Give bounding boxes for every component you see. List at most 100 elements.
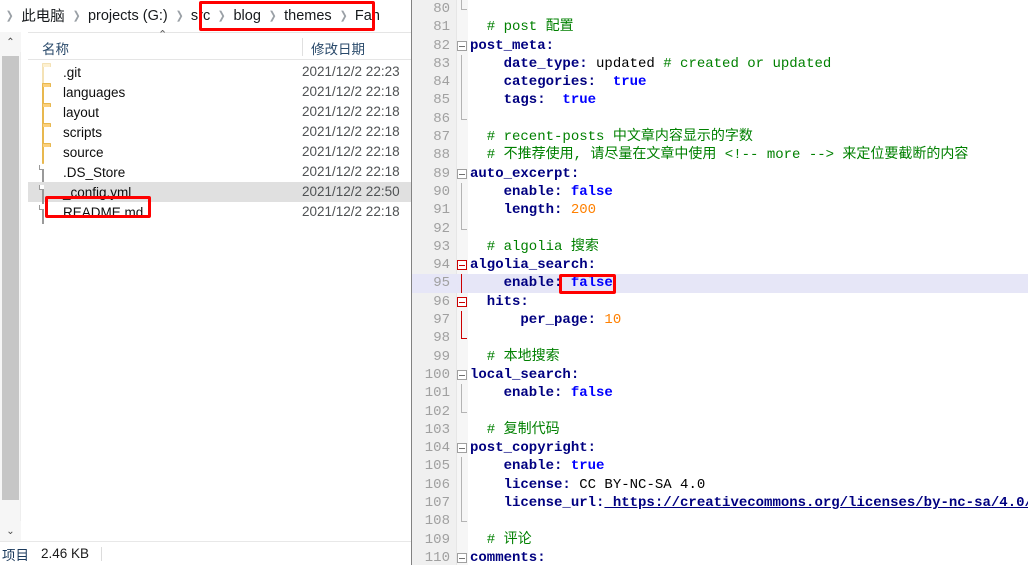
fold-guide-line <box>461 54 462 74</box>
code-text: categories: true <box>470 73 647 91</box>
code-line-107[interactable]: 107 license_url: https://creativecommons… <box>412 494 1028 513</box>
code-line-89[interactable]: 89 auto_excerpt: <box>412 165 1028 183</box>
line-number: 101 <box>424 385 450 402</box>
scrollbar-up-arrow-icon[interactable]: ⌃ <box>0 32 21 52</box>
file-date: 2021/12/2 22:18 <box>302 164 400 179</box>
breadcrumb-item-projects[interactable]: projects (G:) <box>84 6 172 26</box>
file-row-languages[interactable]: languages 2021/12/2 22:18 <box>28 82 411 104</box>
code-line-97[interactable]: 97 per_page: 10 <box>412 311 1028 330</box>
token-key: categories: <box>470 74 597 91</box>
file-row-source[interactable]: source 2021/12/2 22:18 <box>28 142 411 164</box>
file-row-ds-store[interactable]: .DS_Store 2021/12/2 22:18 <box>28 162 411 184</box>
fold-toggle-icon[interactable] <box>457 40 467 51</box>
token-val: false <box>562 183 613 200</box>
line-number: 104 <box>424 440 450 457</box>
code-text: enable: false <box>470 384 613 402</box>
code-line-86[interactable]: 86 <box>412 109 1028 128</box>
line-number: 88 <box>433 147 450 164</box>
code-line-106[interactable]: 106 license: CC BY-NC-SA 4.0 <box>412 475 1028 495</box>
code-line-101[interactable]: 101 enable: false <box>412 384 1028 403</box>
explorer-vertical-scrollbar[interactable]: ⌃ ⌄ <box>0 32 21 541</box>
breadcrumb[interactable]: ❯ 此电脑 ❯ projects (G:) ❯ src ❯ blog ❯ the… <box>0 0 411 31</box>
code-text: # 本地搜索 <box>470 348 560 366</box>
breadcrumb-separator: ❯ <box>217 10 226 22</box>
breadcrumb-item-src[interactable]: src <box>187 6 214 26</box>
screenshot-root: ❯ 此电脑 ❯ projects (G:) ❯ src ❯ blog ❯ the… <box>0 0 1028 565</box>
code-line-102[interactable]: 102 <box>412 402 1028 421</box>
breadcrumb-item-themes[interactable]: themes <box>280 6 336 26</box>
sort-ascending-icon: ⌃ <box>158 29 168 41</box>
scrollbar-down-arrow-icon[interactable]: ⌄ <box>0 521 21 541</box>
token-key: license_url: <box>470 495 605 512</box>
file-row-config-yml[interactable]: _config.yml 2021/12/2 22:50 <box>28 182 411 204</box>
file-row-git[interactable]: .git 2021/12/2 22:23 <box>28 62 411 84</box>
code-line-87[interactable]: 87 # recent-posts 中文章内容显示的字数 <box>412 128 1028 146</box>
code-line-103[interactable]: 103 # 复制代码 <box>412 421 1028 439</box>
file-row-readme-md[interactable]: README.md 2021/12/2 22:18 <box>28 202 411 224</box>
code-line-92[interactable]: 92 <box>412 219 1028 238</box>
code-line-80[interactable]: 80 <box>412 0 1028 18</box>
code-line-105[interactable]: 105 enable: true <box>412 457 1028 476</box>
code-editor-pane[interactable]: 80 81 # post 配置 82 post_meta: 83 date_type: … <box>411 0 1028 565</box>
code-text: post_copyright: <box>470 439 596 457</box>
code-line-88[interactable]: 88 # 不推荐使用, 请尽量在文章中使用 <!-- more --> 来定位要… <box>412 146 1028 164</box>
fold-toggle-icon[interactable] <box>457 296 467 307</box>
code-content[interactable]: 80 81 # post 配置 82 post_meta: 83 date_type: … <box>412 0 1028 565</box>
column-header-name[interactable]: 名称 <box>42 38 69 58</box>
code-line-94[interactable]: 94 algolia_search: <box>412 256 1028 274</box>
fold-toggle-icon[interactable] <box>457 369 467 380</box>
token-key: enable: <box>470 275 563 292</box>
code-line-100[interactable]: 100 local_search: <box>412 366 1028 384</box>
code-text: per_page: 10 <box>470 311 621 329</box>
line-number: 110 <box>424 549 450 565</box>
code-line-99[interactable]: 99 # 本地搜索 <box>412 348 1028 366</box>
code-line-81[interactable]: 81 # post 配置 <box>412 18 1028 36</box>
code-line-104[interactable]: 104 post_copyright: <box>412 439 1028 457</box>
folder-icon <box>42 144 56 164</box>
code-line-90[interactable]: 90 enable: false <box>412 182 1028 202</box>
token-key: auto_excerpt: <box>470 165 580 182</box>
code-line-85[interactable]: 85 tags: true <box>412 91 1028 110</box>
code-line-108[interactable]: 108 <box>412 512 1028 530</box>
code-line-93[interactable]: 93 # algolia 搜索 <box>412 238 1028 256</box>
code-text: enable: false <box>470 183 613 201</box>
code-line-84[interactable]: 84 categories: true <box>412 73 1028 92</box>
fold-guide-line <box>461 457 462 476</box>
code-line-109[interactable]: 109 # 评论 <box>412 531 1028 549</box>
code-line-83[interactable]: 83 date_type: updated # created or updat… <box>412 54 1028 74</box>
code-line-98[interactable]: 98 <box>412 329 1028 347</box>
breadcrumb-item-fan[interactable]: Fan <box>351 6 384 26</box>
code-text: # 评论 <box>470 531 532 549</box>
token-cmt: # 评论 <box>470 531 532 548</box>
token-val: true <box>596 74 647 91</box>
breadcrumb-item-this-pc[interactable]: 此电脑 <box>17 3 69 28</box>
column-header-row: 名称 修改日期 <box>28 32 411 60</box>
token-num: 200 <box>562 202 597 219</box>
token-key: algolia_search: <box>470 257 597 274</box>
code-text: date_type: updated # created or updated <box>470 55 832 73</box>
code-line-110[interactable]: 110 comments: <box>412 549 1028 565</box>
token-url[interactable]: https://creativecommons.org/licenses/by-… <box>604 495 1028 511</box>
fold-toggle-icon[interactable] <box>457 552 467 563</box>
fold-toggle-icon[interactable] <box>457 260 467 271</box>
line-number: 102 <box>424 403 450 420</box>
token-cmt: # algolia 搜索 <box>470 238 599 255</box>
code-line-96[interactable]: 96 hits: <box>412 293 1028 311</box>
fold-guide-line <box>461 182 462 202</box>
code-line-95[interactable]: 95 enable: false <box>412 274 1028 293</box>
fold-toggle-icon[interactable] <box>457 443 467 454</box>
fold-guide-end <box>461 219 467 230</box>
fold-toggle-icon[interactable] <box>457 168 467 179</box>
code-line-82[interactable]: 82 post_meta: <box>412 37 1028 55</box>
code-line-91[interactable]: 91 length: 200 <box>412 201 1028 220</box>
code-text: enable: false <box>470 274 613 292</box>
column-header-date[interactable]: 修改日期 <box>302 38 365 57</box>
breadcrumb-item-blog[interactable]: blog <box>229 6 264 26</box>
token-key: date_type: <box>470 55 588 72</box>
file-row-layout[interactable]: layout 2021/12/2 22:18 <box>28 102 411 124</box>
code-text: # algolia 搜索 <box>470 238 599 256</box>
status-item-count: 项目 <box>2 547 29 563</box>
scrollbar-thumb[interactable] <box>2 56 19 500</box>
file-row-scripts[interactable]: scripts 2021/12/2 22:18 <box>28 122 411 144</box>
line-number: 84 <box>433 74 450 91</box>
